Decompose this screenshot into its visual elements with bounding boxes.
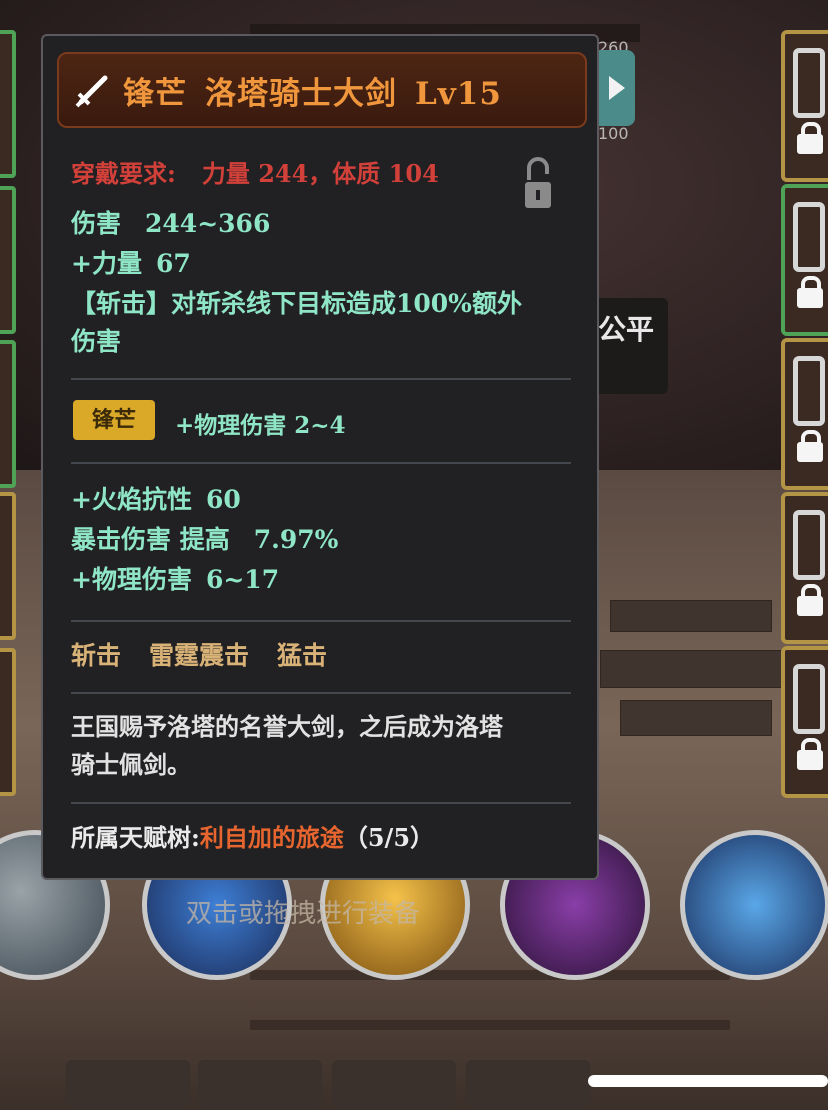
divider — [71, 692, 571, 694]
requirement-label: 穿戴要求: — [71, 159, 176, 188]
equipment-slot[interactable] — [781, 184, 828, 336]
left-slot[interactable] — [0, 492, 16, 640]
description-line: 王国赐予洛塔的名誉大剑，之后成为洛塔 — [71, 712, 503, 741]
wear-requirement: 穿戴要求: 力量 244，体质 104 — [71, 154, 439, 189]
stat-damage: 伤害 244~366 — [71, 204, 270, 240]
skill-name: 斩击 — [71, 641, 122, 670]
lock-icon — [797, 276, 823, 308]
effect-line: 伤害 — [71, 327, 122, 356]
skill-list: 斩击 雷霆震击 猛击 — [71, 636, 355, 672]
stat-value: 244~366 — [145, 209, 271, 238]
left-slot[interactable] — [0, 648, 16, 796]
divider — [71, 802, 571, 804]
stat-label: +物理伤害 — [71, 565, 192, 594]
bottom-tab[interactable] — [466, 1060, 590, 1110]
arrow-right-icon — [609, 76, 625, 100]
stat-label: 暴击伤害 提高 — [71, 525, 230, 554]
floor-stone — [620, 700, 772, 736]
talent-label: 所属天赋树: — [71, 823, 200, 852]
chain-icon — [793, 202, 825, 272]
left-slot[interactable] — [0, 30, 16, 178]
chain-icon — [793, 510, 825, 580]
stat-physical-damage: +物理伤害 6~17 — [71, 560, 279, 596]
npc-label-text: 公平 — [598, 313, 655, 346]
divider — [71, 620, 571, 622]
divider — [71, 378, 571, 380]
item-tooltip: 锋芒 洛塔骑士大剑 Lv15 穿戴要求: 力量 244，体质 104 伤害 244~36… — [41, 34, 599, 880]
floor-plank — [250, 970, 730, 980]
stat-fire-resistance: +火焰抗性 60 — [71, 480, 241, 516]
affix-badge: 锋芒 — [73, 400, 155, 440]
chain-icon — [793, 664, 825, 734]
home-indicator[interactable] — [588, 1075, 828, 1087]
talent-tree: 所属天赋树:利自加的旅途（5/5） — [71, 818, 434, 853]
lock-icon — [797, 430, 823, 462]
item-title-bar: 锋芒 洛塔骑士大剑 Lv15 — [57, 52, 587, 128]
lock-icon — [797, 122, 823, 154]
effect-line: 【斩击】对斩杀线下目标造成100%额外 — [71, 289, 522, 318]
equipment-slot[interactable] — [781, 492, 828, 644]
item-name: 洛塔骑士大剑 — [205, 76, 397, 112]
item-description: 王国赐予洛塔的名誉大剑，之后成为洛塔 骑士佩剑。 — [71, 708, 581, 784]
lock-icon — [797, 738, 823, 770]
stat-label: +力量 — [71, 249, 142, 278]
lock-icon — [797, 584, 823, 616]
item-title: 锋芒 洛塔骑士大剑 Lv15 — [123, 68, 520, 113]
item-prefix: 锋芒 — [123, 76, 187, 112]
floor-plank — [250, 1020, 730, 1030]
affix-text: +物理伤害 2~4 — [175, 412, 346, 439]
stat-value: 7.97% — [253, 525, 339, 554]
description-line: 骑士佩剑。 — [71, 750, 191, 779]
talent-count: （5/5） — [343, 823, 435, 852]
stat-value: 60 — [205, 485, 241, 514]
requirement-value: 力量 244，体质 104 — [201, 159, 439, 188]
bottom-tab[interactable] — [332, 1060, 456, 1110]
equip-hint: 双击或拖拽进行装备 — [186, 899, 421, 929]
sword-icon — [75, 75, 108, 108]
bottom-tab[interactable] — [66, 1060, 190, 1110]
stat-crit-damage: 暴击伤害 提高 7.97% — [71, 520, 338, 556]
left-slot[interactable] — [0, 186, 16, 334]
divider — [71, 462, 571, 464]
equipment-slot[interactable] — [781, 646, 828, 798]
stat-value: 67 — [155, 249, 191, 278]
stat-strength: +力量 67 — [71, 244, 191, 280]
stat-label: +火焰抗性 — [71, 485, 192, 514]
unlock-icon[interactable] — [523, 154, 553, 214]
left-slot[interactable] — [0, 340, 16, 488]
skill-slot[interactable] — [680, 830, 828, 980]
equipment-slot[interactable] — [781, 30, 828, 182]
talent-name: 利自加的旅途 — [199, 823, 344, 852]
floor-stone — [610, 600, 772, 632]
collapse-arrow-button[interactable] — [597, 50, 635, 126]
chain-icon — [793, 48, 825, 118]
floor-stone — [600, 650, 782, 688]
stat-label: 伤害 — [71, 209, 122, 238]
stat-value: 6~17 — [205, 565, 280, 594]
skill-name: 猛击 — [277, 641, 328, 670]
item-level: Lv15 — [415, 76, 502, 112]
equipment-slot[interactable] — [781, 338, 828, 490]
bottom-tab[interactable] — [198, 1060, 322, 1110]
npc-label: 公平 — [590, 298, 668, 394]
skill-name: 雷霆震击 — [149, 641, 250, 670]
background-number: 100 — [598, 124, 629, 143]
chain-icon — [793, 356, 825, 426]
